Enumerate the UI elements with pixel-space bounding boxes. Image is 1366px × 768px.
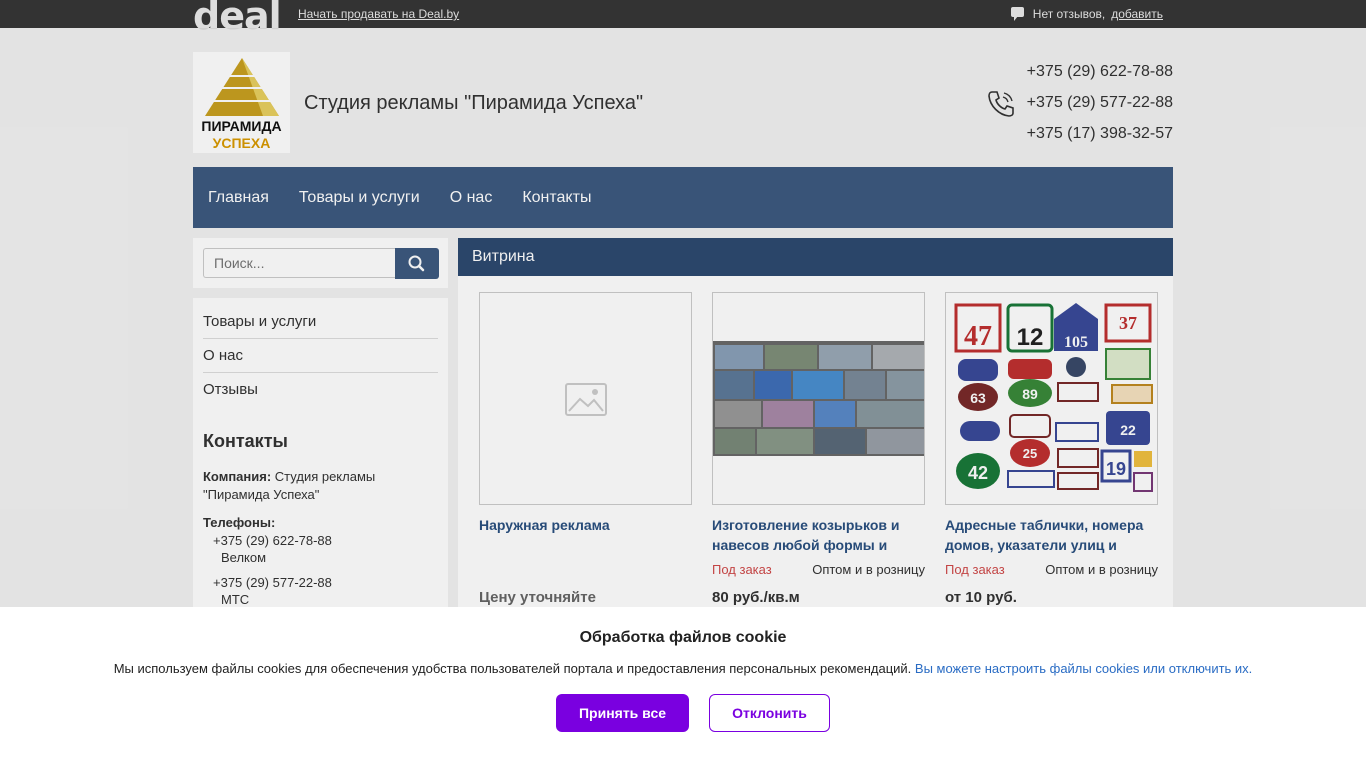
comment-icon <box>1010 7 1025 21</box>
cookie-text: Мы используем файлы cookies для обеспече… <box>0 661 1366 676</box>
modal-backdrop <box>0 28 1366 607</box>
add-review-link[interactable]: добавить <box>1111 7 1163 21</box>
cookie-banner: Обработка файлов cookie Мы используем фа… <box>0 607 1366 768</box>
cookie-settings-link[interactable]: Вы можете настроить файлы cookies или от… <box>915 661 1252 676</box>
cookie-title: Обработка файлов cookie <box>579 629 787 646</box>
decline-button[interactable]: Отклонить <box>709 694 830 732</box>
top-bar: deal Начать продавать на Deal.by Нет отз… <box>0 0 1366 36</box>
reviews-info: Нет отзывов, добавить <box>1010 7 1163 21</box>
cookie-description: Мы используем файлы cookies для обеспече… <box>113 661 912 676</box>
accept-all-button[interactable]: Принять все <box>556 694 689 732</box>
reviews-text: Нет отзывов, <box>1032 7 1106 21</box>
start-selling-link[interactable]: Начать продавать на Deal.by <box>298 7 459 21</box>
